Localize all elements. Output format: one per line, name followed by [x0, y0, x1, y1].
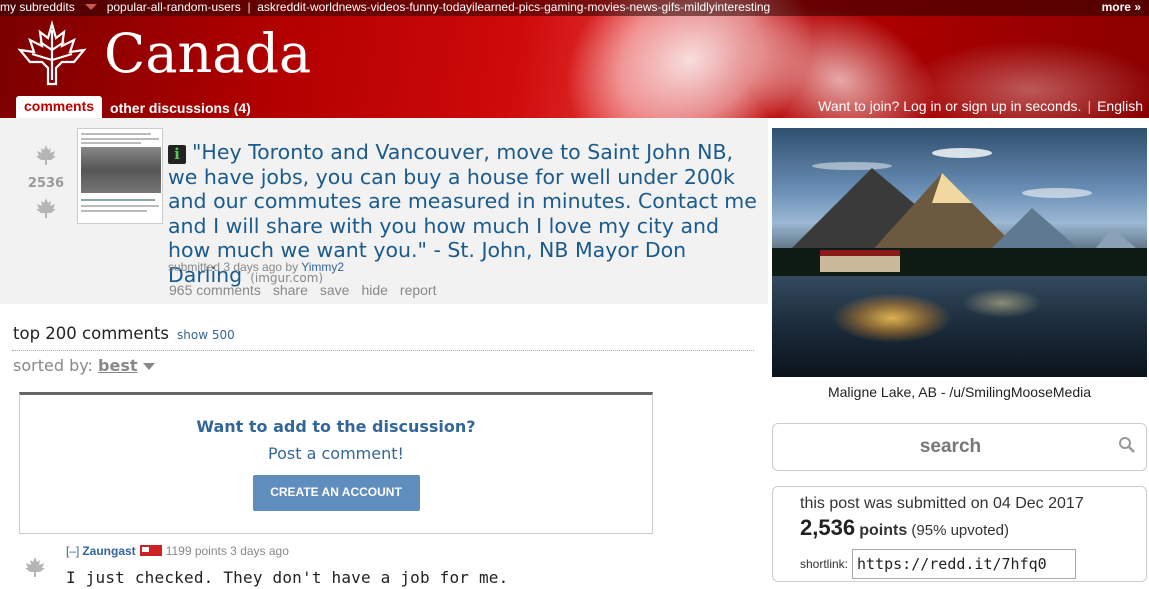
mountain-peak	[932, 173, 972, 203]
maple-leaf-logo-icon[interactable]	[12, 20, 92, 90]
sort-dropdown[interactable]: best	[98, 356, 137, 375]
thumbnail-text-line	[81, 199, 155, 201]
tab-comments[interactable]: comments	[16, 96, 103, 118]
tab-other-discussions[interactable]: other discussions (4)	[102, 98, 259, 118]
water-reflection	[832, 293, 952, 343]
sub-link-todayilearned[interactable]: todayilearned	[443, 0, 515, 14]
report-button[interactable]: report	[400, 282, 437, 298]
sub-link-gifs[interactable]: gifs	[661, 0, 680, 14]
shortlink-label: shortlink:	[800, 557, 849, 571]
post-buttons: 965 comments share save hide report	[169, 282, 448, 298]
ontario-flag-flair-icon	[139, 545, 162, 556]
thumbnail-text-line	[81, 210, 147, 212]
upvote-maple-icon[interactable]	[35, 144, 57, 166]
post-comment-text: Post a comment!	[268, 444, 404, 463]
post-score: 2536	[27, 176, 65, 191]
sub-link-videos[interactable]: videos	[371, 0, 406, 14]
chevron-down-icon[interactable]	[142, 363, 155, 370]
comments-area: top 200 comments show 500 sorted by: best…	[0, 304, 768, 589]
sub-link-funny[interactable]: funny	[409, 0, 438, 14]
subreddit-title[interactable]: Canada	[104, 22, 311, 85]
comment-meta: 1199 points 3 days ago	[165, 544, 289, 558]
sub-link-worldnews[interactable]: worldnews	[310, 0, 367, 14]
post-author-link[interactable]: Yimmy2	[301, 260, 344, 274]
sub-link-gaming[interactable]: gaming	[544, 0, 583, 14]
post-thumbnail[interactable]	[77, 128, 163, 224]
lake	[772, 276, 1147, 377]
tab-menu: comments other discussions (4)	[16, 96, 259, 118]
join-question: Want to add to the discussion?	[196, 417, 476, 436]
thumbnail-text-line	[81, 205, 159, 207]
upvote-maple-icon[interactable]	[24, 556, 46, 578]
downvote-maple-icon[interactable]	[35, 197, 57, 219]
shortlink-row: shortlink: https://redd.it/7hfq0	[800, 549, 1077, 579]
sub-link-mildlyinteresting[interactable]: mildlyinteresting	[684, 0, 770, 14]
comments-title: top 200 comments show 500	[13, 324, 235, 343]
comment-header: [–] Zaungast 1199 points 3 days ago	[66, 544, 289, 558]
sub-link-askreddit[interactable]: askreddit	[257, 0, 306, 14]
thumbnail-traffic-image	[81, 147, 161, 193]
collapse-toggle[interactable]: [–]	[66, 544, 79, 558]
user-bar: Want to join? Log in or sign up in secon…	[818, 98, 1143, 114]
language-link[interactable]: English	[1097, 98, 1143, 114]
comments-link[interactable]: 965 comments	[169, 282, 261, 298]
create-account-button[interactable]: CREATE AN ACCOUNT	[252, 475, 420, 511]
shortlink-field[interactable]: https://redd.it/7hfq0	[852, 549, 1077, 579]
share-button[interactable]: share	[273, 282, 308, 298]
search-input[interactable]: search	[772, 423, 1147, 471]
thumbnail-text-line	[81, 142, 141, 144]
points-number: 2,536	[800, 515, 856, 540]
points-line: 2,536 points (95% upvoted)	[800, 515, 1009, 541]
points-label: points	[859, 522, 908, 539]
login-signup-link[interactable]: Want to join? Log in or sign up in secon…	[818, 98, 1081, 114]
subreddit-header: Canada comments other discussions (4) Wa…	[0, 0, 1149, 118]
sub-link-news[interactable]: news	[629, 0, 657, 14]
sort-menu: sorted by: best	[13, 356, 155, 375]
submitted-date: this post was submitted on 04 Dec 2017	[800, 495, 1084, 512]
thumbnail-text-line	[81, 133, 151, 135]
comment: [–] Zaungast 1199 points 3 days ago I just…	[0, 540, 768, 589]
post-tagline: submitted 3 days ago by Yimmy2	[168, 260, 344, 274]
sorted-by-label: sorted by:	[13, 356, 93, 375]
more-subreddits-link[interactable]: more »	[1102, 0, 1141, 14]
cloud	[932, 148, 992, 158]
hide-button[interactable]: hide	[361, 282, 387, 298]
post-info-box: this post was submitted on 04 Dec 2017 2…	[772, 486, 1147, 582]
top-link-all[interactable]: all	[151, 0, 163, 14]
my-subreddits-dropdown[interactable]: my subreddits	[0, 0, 75, 14]
submitted-text: submitted 3 days ago by	[168, 260, 299, 274]
thumbnail-text-line	[81, 138, 159, 140]
show-500-link[interactable]: show 500	[177, 328, 235, 342]
post-entry: 2536 i "Hey Toronto and Vancouver, move t…	[0, 118, 768, 304]
sub-link-pics[interactable]: pics	[519, 0, 540, 14]
subreddit-bar: my subreddits popular - all - random - us…	[0, 0, 1149, 16]
sidebar-landscape-image[interactable]	[772, 128, 1147, 377]
dropdown-arrow-icon[interactable]	[84, 4, 97, 11]
join-discussion-box: Want to add to the discussion? Post a co…	[19, 392, 653, 534]
post-vote: 2536	[26, 144, 66, 223]
sub-link-movies[interactable]: movies	[587, 0, 625, 14]
save-button[interactable]: save	[320, 282, 350, 298]
divider	[12, 350, 754, 351]
comment-body: I just checked. They don't have a job fo…	[66, 568, 509, 587]
comment-author-link[interactable]: Zaungast	[82, 544, 135, 558]
upvote-ratio: (95% upvoted)	[911, 522, 1009, 539]
sidebar: Maligne Lake, AB - /u/SmilingMooseMedia …	[768, 118, 1149, 589]
image-caption: Maligne Lake, AB - /u/SmilingMooseMedia	[827, 384, 1092, 400]
search-icon[interactable]	[1118, 436, 1136, 454]
comments-title-text: top 200 comments	[13, 324, 170, 343]
search-placeholder: search	[919, 436, 982, 457]
top-link-popular[interactable]: popular	[107, 0, 147, 14]
top-link-users[interactable]: users	[211, 0, 240, 14]
top-link-random[interactable]: random	[167, 0, 208, 14]
separator: |	[1087, 98, 1092, 114]
boathouse	[820, 250, 900, 272]
water-reflection	[962, 288, 1042, 318]
info-flair-icon: i	[168, 145, 186, 164]
